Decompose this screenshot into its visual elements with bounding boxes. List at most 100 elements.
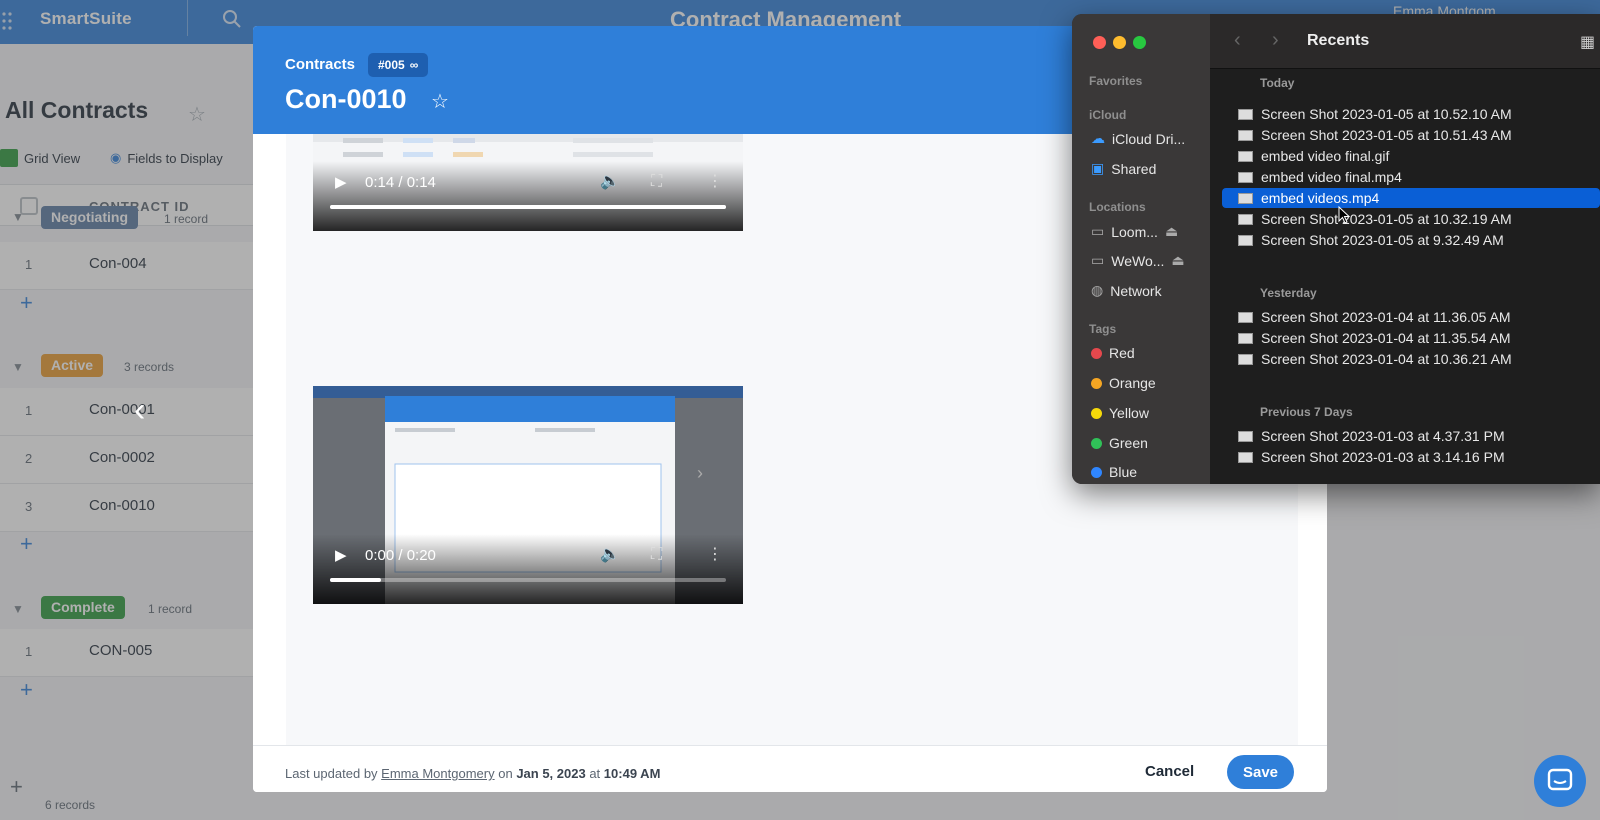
file-item[interactable]: Screen Shot 2023-01-05 at 10.52.10 AM xyxy=(1222,104,1600,124)
forward-arrow-icon[interactable]: › xyxy=(1272,29,1279,52)
chat-support-button[interactable] xyxy=(1534,755,1586,807)
sidebar-tag-green[interactable]: Green xyxy=(1091,435,1148,451)
file-item[interactable]: Screen Shot 2023-01-04 at 11.35.54 AM xyxy=(1222,328,1600,348)
file-item[interactable]: embed video final.mp4 xyxy=(1222,167,1600,187)
file-item[interactable]: Screen Shot 2023-01-03 at 4.37.31 PM xyxy=(1222,426,1600,446)
section-header-yesterday: Yesterday xyxy=(1260,286,1317,300)
tag-dot-icon xyxy=(1091,347,1102,359)
more-options-icon[interactable]: ⋮ xyxy=(707,544,723,564)
sidebar-section-tags: Tags xyxy=(1089,322,1117,336)
modal-footer: Last updated by Emma Montgomery on Jan 5… xyxy=(253,745,1327,792)
tag-dot-icon xyxy=(1091,437,1102,449)
file-thumbnail-icon xyxy=(1238,108,1253,120)
video-time: 0:14 / 0:14 xyxy=(365,174,436,191)
play-icon[interactable]: ▶ xyxy=(335,173,347,191)
file-thumbnail-icon xyxy=(1238,451,1253,463)
file-thumbnail-icon xyxy=(1238,353,1253,365)
file-thumbnail-icon xyxy=(1238,171,1253,183)
video-progress-fill xyxy=(330,205,726,209)
minimize-window-icon[interactable] xyxy=(1113,36,1126,49)
sidebar-item-wework[interactable]: ▭ WeWo... ⏏ xyxy=(1091,252,1185,269)
tag-label: Green xyxy=(1109,435,1148,451)
finder-toolbar: ‹ › Recents ▦ xyxy=(1210,14,1600,69)
updated-by-user-link[interactable]: Emma Montgomery xyxy=(381,766,494,781)
video-controls xyxy=(313,534,743,604)
video-player[interactable]: ▶ 0:14 / 0:14 🔈 ⛶ ⋮ xyxy=(313,134,743,231)
drive-icon: ▭ xyxy=(1091,223,1105,239)
tag-label: Red xyxy=(1109,345,1135,361)
eject-icon[interactable]: ⏏ xyxy=(1165,223,1178,240)
file-thumbnail-icon xyxy=(1238,129,1253,141)
globe-icon: ◍ xyxy=(1091,282,1104,298)
sidebar-tag-yellow[interactable]: Yellow xyxy=(1091,405,1149,421)
sidebar-item-network[interactable]: ◍ Network xyxy=(1091,282,1162,299)
zoom-window-icon[interactable] xyxy=(1133,36,1146,49)
file-item-selected[interactable]: embed videos.mp4 xyxy=(1222,188,1600,208)
file-item[interactable]: Screen Shot 2023-01-04 at 11.36.05 AM xyxy=(1222,307,1600,327)
video-progress-bar[interactable] xyxy=(330,578,726,582)
back-arrow-icon[interactable]: ‹ xyxy=(1234,29,1241,52)
sidebar-tag-blue[interactable]: Blue xyxy=(1091,464,1137,480)
favorite-star-icon[interactable]: ☆ xyxy=(431,89,449,114)
file-thumbnail-icon xyxy=(1238,332,1253,344)
tag-label: Yellow xyxy=(1109,405,1149,421)
fullscreen-icon[interactable]: ⛶ xyxy=(651,546,662,564)
shared-folder-icon: ▣ xyxy=(1091,160,1105,176)
file-item[interactable]: embed video final.gif xyxy=(1222,146,1600,166)
file-item[interactable]: Screen Shot 2023-01-04 at 10.36.21 AM xyxy=(1222,349,1600,369)
close-window-icon[interactable] xyxy=(1093,36,1106,49)
view-grid-icon[interactable]: ▦ xyxy=(1580,32,1595,52)
play-icon[interactable]: ▶ xyxy=(335,546,347,564)
last-updated-info: Last updated by Emma Montgomery on Jan 5… xyxy=(285,766,660,781)
sidebar-item-label: Network xyxy=(1110,282,1162,299)
previous-record-arrow-icon[interactable]: ‹ xyxy=(134,391,145,430)
volume-icon[interactable]: 🔈 xyxy=(600,171,620,191)
on-text: on xyxy=(498,766,513,781)
sidebar-section-favorites: Favorites xyxy=(1089,74,1143,88)
sidebar-item-label: iCloud Dri... xyxy=(1112,130,1186,147)
eject-icon[interactable]: ⏏ xyxy=(1171,252,1184,269)
file-item[interactable]: Screen Shot 2023-01-05 at 9.32.49 AM xyxy=(1222,230,1600,250)
file-item[interactable]: Screen Shot 2023-01-03 at 3.14.16 PM xyxy=(1222,447,1600,467)
file-thumbnail-icon xyxy=(1238,150,1253,162)
record-number-badge[interactable]: #005 ∞ xyxy=(368,53,429,77)
file-name: Screen Shot 2023-01-04 at 11.35.54 AM xyxy=(1261,330,1511,346)
file-item[interactable]: Screen Shot 2023-01-05 at 10.32.19 AM xyxy=(1222,209,1600,229)
file-name: Screen Shot 2023-01-05 at 10.51.43 AM xyxy=(1261,127,1512,143)
sidebar-item-icloud-drive[interactable]: ☁ iCloud Dri... xyxy=(1091,130,1185,147)
sidebar-tag-red[interactable]: Red xyxy=(1091,345,1135,361)
file-thumbnail-icon xyxy=(1238,234,1253,246)
video-time: 0:00 / 0:20 xyxy=(365,547,436,564)
last-updated-prefix: Last updated xyxy=(285,766,361,781)
cancel-button[interactable]: Cancel xyxy=(1145,763,1194,780)
fullscreen-icon[interactable]: ⛶ xyxy=(651,173,662,191)
save-button[interactable]: Save xyxy=(1227,755,1294,789)
file-thumbnail-icon xyxy=(1238,430,1253,442)
breadcrumb[interactable]: Contracts xyxy=(285,56,355,73)
video-progress-bar[interactable] xyxy=(330,205,726,209)
mouse-pointer-icon xyxy=(1338,206,1350,224)
record-title: Con-0010 xyxy=(285,84,407,114)
sidebar-item-loom[interactable]: ▭ Loom... ⏏ xyxy=(1091,223,1178,240)
video-player[interactable]: ▶ 0:00 / 0:20 🔈 ⛶ ⋮ xyxy=(313,386,743,604)
video-progress-fill xyxy=(330,578,382,582)
tag-label: Blue xyxy=(1109,464,1138,480)
more-options-icon[interactable]: ⋮ xyxy=(707,171,723,191)
file-name: embed videos.mp4 xyxy=(1261,190,1380,206)
file-item[interactable]: Screen Shot 2023-01-05 at 10.51.43 AM xyxy=(1222,125,1600,145)
sidebar-item-label: WeWo... xyxy=(1111,252,1165,269)
sidebar-item-shared[interactable]: ▣ Shared xyxy=(1091,160,1156,177)
file-name: Screen Shot 2023-01-05 at 10.32.19 AM xyxy=(1261,211,1512,227)
finder-file-list: ‹ › Recents ▦ Today Screen Shot 2023-01-… xyxy=(1210,14,1600,484)
section-header-today: Today xyxy=(1260,76,1295,90)
volume-icon[interactable]: 🔈 xyxy=(600,544,620,564)
tag-label: Orange xyxy=(1109,375,1156,391)
finder-window: Favorites iCloud ☁ iCloud Dri... ▣ Shared … xyxy=(1072,14,1600,484)
file-thumbnail-icon xyxy=(1238,213,1253,225)
sidebar-tag-orange[interactable]: Orange xyxy=(1091,375,1156,391)
updated-date: Jan 5, 2023 xyxy=(516,766,586,781)
file-name: embed video final.mp4 xyxy=(1261,169,1402,185)
file-name: Screen Shot 2023-01-03 at 3.14.16 PM xyxy=(1261,449,1505,465)
finder-title: Recents xyxy=(1307,32,1370,49)
by-text: by xyxy=(363,766,378,781)
